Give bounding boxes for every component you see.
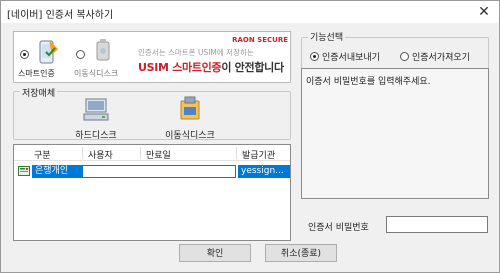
storage-hard-disk-button[interactable]: 하드디스크 (66, 95, 126, 141)
message-box: 이증서 비밀번호를 입력해주세요. (301, 68, 489, 199)
title-bar: [네이버] 인증서 복사하기 ✕ (1, 1, 499, 23)
ad-line2: USIM 스마트인증이 안전합니다 (138, 59, 284, 75)
cert-location-panel: 스마트인증 이동식디스크 RAON SECURE 인증서는 스마트폰 USIM에… (13, 31, 291, 83)
ad-line1: 인증서는 스마트폰 USIM에 저장하는 (138, 48, 254, 57)
message-text: 이증서 비밀번호를 입력해주세요. (306, 77, 431, 87)
column-header-expiry[interactable]: 만료일 (146, 148, 171, 161)
cell-type: 은행개인 (32, 165, 82, 178)
export-cert-radio[interactable] (310, 52, 319, 61)
location-option-usb[interactable]: 이동식디스크 (74, 36, 132, 80)
storage-hard-disk-label: 하드디스크 (75, 131, 117, 141)
cancel-button[interactable]: 취소(종료) (265, 244, 337, 262)
usb-disk-icon (96, 39, 110, 61)
import-cert-option[interactable]: 인증서가져오기 (400, 50, 470, 63)
column-divider (82, 147, 83, 159)
location-label-smart: 스마트인증 (18, 69, 55, 78)
smart-cert-radio[interactable] (20, 50, 29, 59)
import-cert-radio[interactable] (400, 52, 409, 61)
column-divider (236, 147, 237, 159)
certificate-table: 구분 사용자 만료일 발급기관 은행개인 yessign... (13, 144, 291, 241)
ad-line2-red: USIM 스마트인증 (138, 61, 222, 74)
column-divider (140, 147, 141, 159)
ok-button[interactable]: 확인 (179, 244, 251, 262)
raonsecure-ad-banner[interactable]: RAON SECURE 인증서는 스마트폰 USIM에 저장하는 USIM 스마… (136, 36, 290, 80)
storage-removable-disk-button[interactable]: 이동식디스크 (158, 95, 222, 141)
storage-removable-disk-label: 이동식디스크 (165, 131, 215, 141)
storage-media-group: 저장매체 하드디스크 이동식디스크 (13, 86, 291, 141)
location-label-usb: 이동식디스크 (74, 69, 119, 78)
table-header: 구분 사용자 만료일 발급기관 (14, 145, 290, 161)
removable-disk-icon (180, 96, 200, 120)
password-input[interactable] (386, 216, 488, 233)
cell-user-expiry (82, 165, 236, 178)
storage-media-label: 저장매체 (20, 86, 58, 99)
column-header-type[interactable]: 구분 (34, 148, 51, 161)
column-header-user[interactable]: 사용자 (88, 148, 113, 161)
ad-brand: RAON SECURE (232, 36, 288, 44)
usb-cert-radio[interactable] (76, 50, 85, 59)
window-title: [네이버] 인증서 복사하기 (7, 10, 114, 21)
close-icon[interactable]: ✕ (475, 3, 493, 21)
import-cert-label: 인증서가져오기 (412, 53, 470, 63)
cert-copy-dialog: [네이버] 인증서 복사하기 ✕ 스마트인증 이동식디스크 RAON SECUR… (0, 0, 500, 273)
password-label: 인증서 비밀번호 (308, 223, 369, 233)
ad-line2-dark: 이 안전합니다 (221, 61, 284, 74)
export-cert-label: 인증서내보내기 (322, 53, 380, 63)
cell-issuer: yessign... (238, 165, 290, 178)
hard-disk-icon (83, 98, 109, 121)
function-select-group: 기능선택 인증서내보내기 인증서가져오기 (301, 30, 489, 71)
smartphone-cert-icon (39, 40, 58, 64)
table-row[interactable]: 은행개인 yessign... (14, 165, 290, 178)
export-cert-option[interactable]: 인증서내보내기 (310, 50, 380, 63)
column-header-issuer[interactable]: 발급기관 (242, 148, 275, 161)
location-option-smart[interactable]: 스마트인증 (18, 36, 76, 80)
certificate-icon (18, 166, 30, 176)
function-select-label: 기능선택 (308, 30, 346, 43)
